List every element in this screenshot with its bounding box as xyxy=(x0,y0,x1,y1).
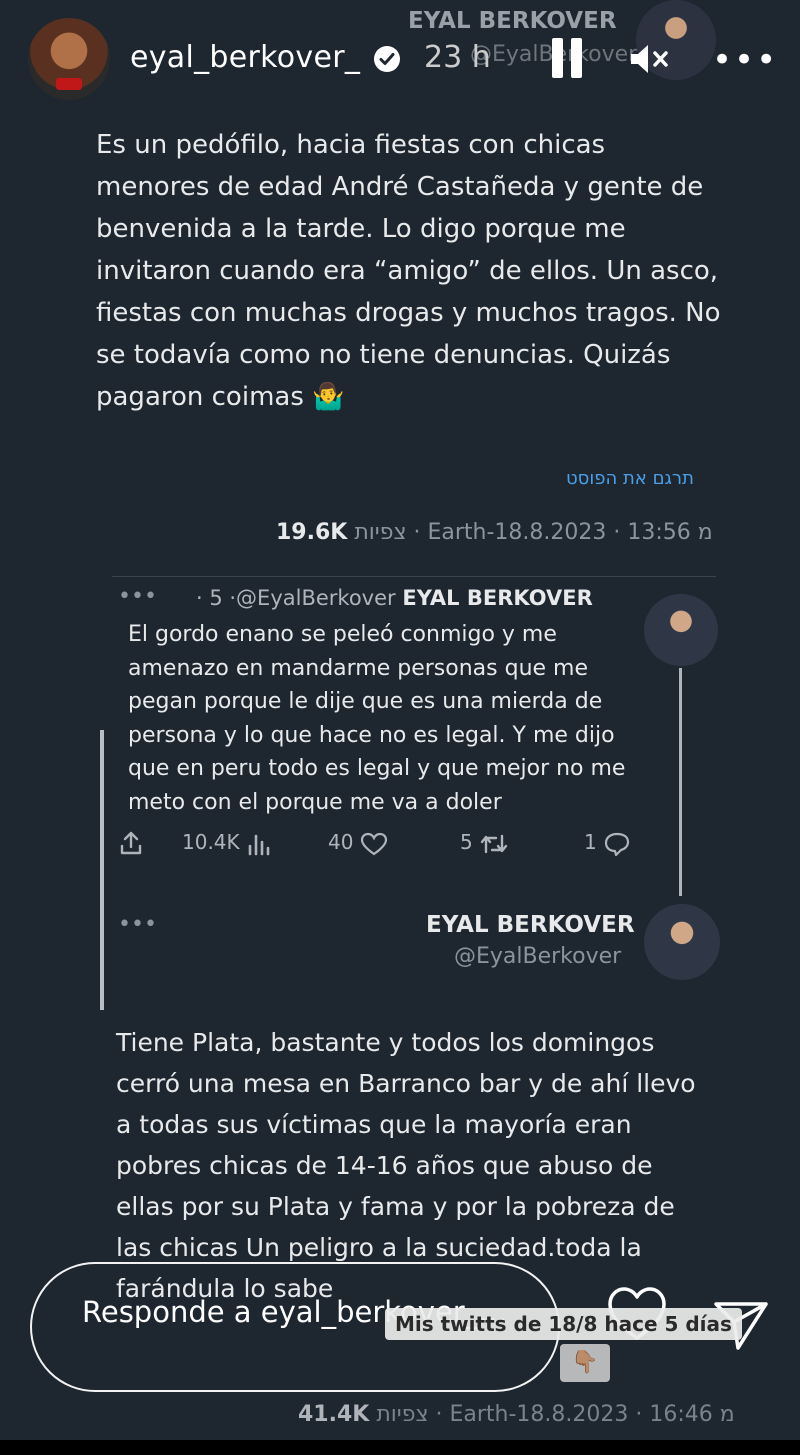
tweet-meta: 19.6K צפיות · Earth-מ 13:56 · 18.8.2023 xyxy=(276,520,713,545)
quoted-handle: · 5 ·@EyalBerkover xyxy=(196,586,396,610)
reply-meta-rest: · Earth-מ 16:46 · 18.8.2023 xyxy=(435,1402,735,1427)
replies-value: 1 xyxy=(584,830,597,854)
quoted-avatar[interactable] xyxy=(644,594,718,666)
tweet-text: Es un pedófilo, hacia fiestas con chicas… xyxy=(96,130,721,412)
heart-icon xyxy=(360,832,387,855)
mute-icon[interactable] xyxy=(628,42,672,76)
tweet-meta-rest: · Earth-מ 13:56 · 18.8.2023 xyxy=(413,520,713,545)
retweet-button[interactable]: 5 xyxy=(460,830,509,856)
retweet-icon xyxy=(480,834,508,853)
translate-link[interactable]: תרגם את הפוסט xyxy=(566,468,694,489)
quote-line xyxy=(100,730,104,1010)
reply-icon xyxy=(604,832,630,856)
pointing-down-emoji: 👇🏽 xyxy=(560,1344,610,1382)
share-button[interactable] xyxy=(118,830,144,861)
reply-avatar[interactable] xyxy=(644,904,720,980)
views-count: 19.6K xyxy=(276,520,348,545)
retweets-value: 5 xyxy=(460,830,473,854)
verified-badge-icon xyxy=(374,46,400,72)
quoted-text: El gordo enano se peleó conmigo y me ame… xyxy=(128,622,626,815)
views-value: 10.4K xyxy=(182,830,240,854)
reply-views-label: צפיות xyxy=(376,1402,429,1427)
reply-button[interactable]: 1 xyxy=(584,830,631,857)
watermark-name: EYAL BERKOVER xyxy=(408,8,617,34)
reply-author-name: EYAL BERKOVER xyxy=(426,912,635,938)
views-button[interactable]: 10.4K xyxy=(182,830,272,856)
reply-meta: 41.4K צפיות · Earth-מ 16:46 · 18.8.2023 xyxy=(298,1402,735,1427)
reply-more-icon[interactable]: ••• xyxy=(118,912,157,937)
divider xyxy=(112,576,716,577)
views-label: צפיות xyxy=(354,520,407,545)
likes-value: 40 xyxy=(328,830,354,854)
profile-avatar[interactable] xyxy=(28,18,110,100)
more-options-icon[interactable]: ••• xyxy=(712,40,778,80)
quoted-more-icon[interactable]: ••• xyxy=(118,584,157,609)
pause-icon[interactable] xyxy=(550,38,584,78)
reply-views-count: 41.4K xyxy=(298,1402,370,1427)
quoted-header: · 5 ·@EyalBerkover EYAL BERKOVER xyxy=(196,586,593,610)
like-button[interactable]: 40 xyxy=(328,830,388,856)
share-icon xyxy=(120,831,142,855)
quoted-name: EYAL BERKOVER xyxy=(402,586,593,610)
thread-line xyxy=(679,668,682,896)
reply-author-handle: @EyalBerkover xyxy=(454,944,622,969)
story-caption: Mis twitts de 18/8 hace 5 días xyxy=(385,1308,742,1340)
username[interactable]: eyal_berkover_ xyxy=(130,40,360,75)
story-time: 23 h xyxy=(424,40,491,75)
views-icon xyxy=(248,834,270,855)
bottom-bar xyxy=(0,1440,800,1455)
